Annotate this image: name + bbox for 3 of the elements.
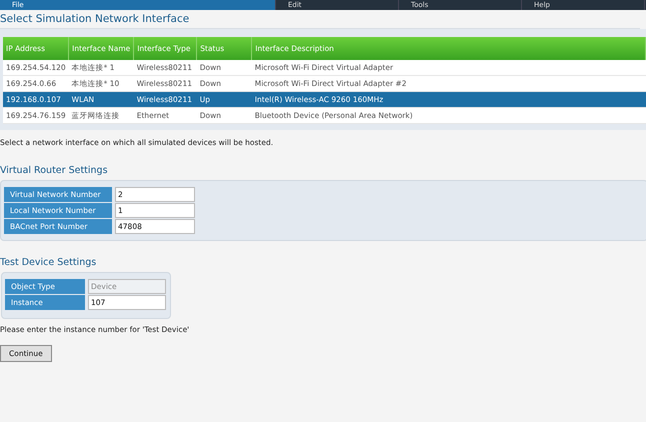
section-title: Test Device Settings [0,257,98,268]
section-title: Virtual Router Settings [0,165,109,176]
section-title: Select Simulation Network Interface [0,13,190,25]
